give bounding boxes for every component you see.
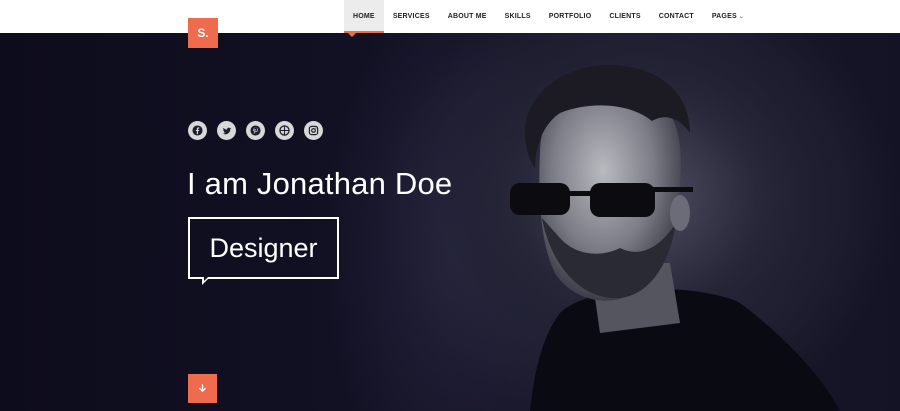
portrait-image (440, 33, 840, 411)
pinterest-icon[interactable] (246, 121, 265, 140)
arrow-down-icon (199, 384, 206, 392)
top-navigation-bar: HOME SERVICES ABOUT ME SKILLS PORTFOLIO … (0, 0, 900, 37)
main-nav: HOME SERVICES ABOUT ME SKILLS PORTFOLIO … (344, 0, 753, 37)
nav-portfolio[interactable]: PORTFOLIO (540, 0, 601, 33)
nav-clients[interactable]: CLIENTS (600, 0, 649, 33)
nav-home[interactable]: HOME (344, 0, 384, 37)
nav-pages[interactable]: PAGES ⌄ (703, 0, 753, 33)
nav-skills[interactable]: SKILLS (496, 0, 540, 33)
hero-section: I am Jonathan Doe Designer (0, 33, 900, 411)
instagram-icon[interactable] (304, 121, 323, 140)
nav-contact[interactable]: CONTACT (650, 0, 703, 33)
facebook-icon[interactable] (188, 121, 207, 140)
speech-tail-inner (204, 277, 208, 281)
hero-headline: I am Jonathan Doe (187, 166, 453, 201)
social-links (188, 121, 323, 140)
nav-services[interactable]: SERVICES (384, 0, 439, 33)
site-logo[interactable]: S. (188, 18, 218, 48)
role-text: Designer (209, 232, 318, 263)
scroll-down-button[interactable] (188, 374, 217, 403)
nav-pages-label: PAGES (711, 13, 737, 20)
dribbble-icon[interactable] (275, 121, 294, 140)
role-box: Designer (188, 217, 339, 285)
chevron-down-icon: ⌄ (738, 14, 745, 20)
twitter-icon[interactable] (217, 121, 236, 140)
nav-about-me[interactable]: ABOUT ME (439, 0, 496, 33)
